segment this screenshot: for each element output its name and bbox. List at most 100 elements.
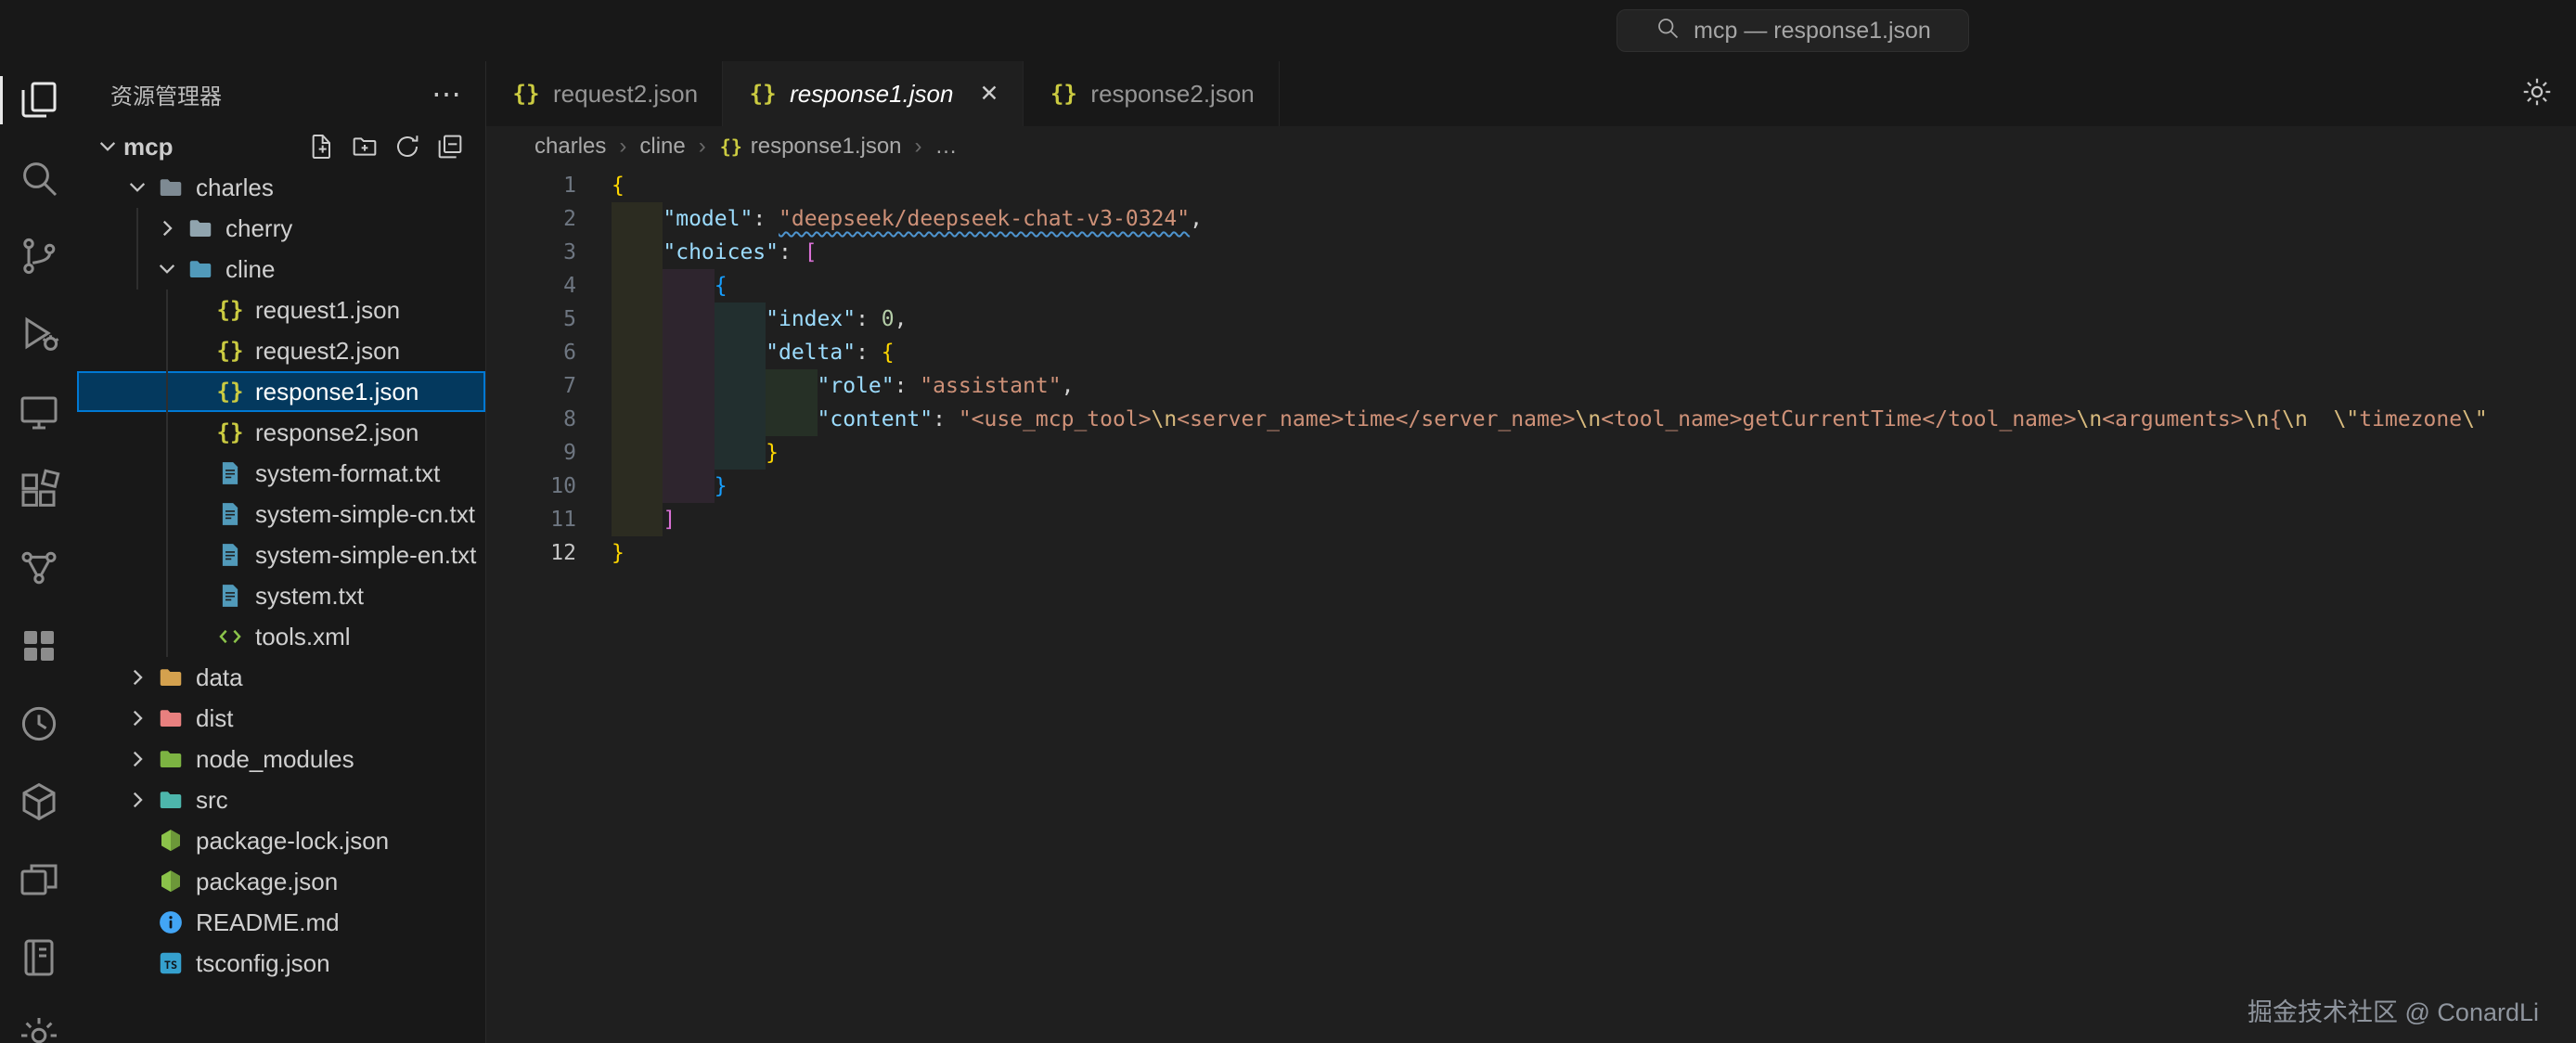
code-line-6[interactable]: 6"delta": { bbox=[486, 336, 2576, 369]
json-file-icon: {} bbox=[214, 294, 246, 326]
tree-item-mcp[interactable]: mcp bbox=[77, 126, 485, 167]
chevron-down-icon[interactable] bbox=[151, 253, 183, 285]
close-tab-icon[interactable]: ✕ bbox=[979, 80, 998, 108]
tree-item-label: README.md bbox=[196, 908, 340, 937]
breadcrumb-item-…[interactable]: … bbox=[935, 134, 958, 160]
indent-rainbow-block bbox=[715, 369, 766, 403]
folder-icon bbox=[155, 662, 187, 693]
code-line-8[interactable]: 8"content": "<use_mcp_tool>\n<server_nam… bbox=[486, 403, 2576, 436]
code-line-11[interactable]: 11] bbox=[486, 503, 2576, 536]
tree-item-response2.json[interactable]: {}response2.json bbox=[77, 412, 485, 453]
history-icon[interactable] bbox=[0, 685, 77, 763]
editor-area: {}request2.json{}response1.json✕{}respon… bbox=[486, 61, 2576, 1043]
chevron-down-icon[interactable] bbox=[92, 131, 123, 162]
tree-item-label: request1.json bbox=[255, 296, 400, 325]
code-token: , bbox=[895, 307, 908, 331]
tab-request2.json[interactable]: {}request2.json bbox=[486, 61, 723, 126]
container-icon[interactable] bbox=[0, 763, 77, 841]
code-token: } bbox=[612, 541, 625, 565]
explorer-icon[interactable] bbox=[0, 61, 77, 139]
collapse-all-icon[interactable] bbox=[435, 132, 465, 161]
chevron-down-icon[interactable] bbox=[122, 172, 153, 203]
folder-icon bbox=[185, 212, 216, 244]
editor-actions bbox=[2520, 61, 2576, 126]
tab-response2.json[interactable]: {}response2.json bbox=[1024, 61, 1279, 126]
line-number: 10 bbox=[486, 470, 576, 503]
browser-preview-icon[interactable] bbox=[0, 841, 77, 919]
code-line-4[interactable]: 4{ bbox=[486, 269, 2576, 303]
code-line-3[interactable]: 3"choices": [ bbox=[486, 236, 2576, 269]
run-and-debug-icon[interactable] bbox=[0, 295, 77, 373]
tree-item-data[interactable]: data bbox=[77, 657, 485, 698]
code-editor[interactable]: 1{2"model": "deepseek/deepseek-chat-v3-0… bbox=[486, 167, 2576, 1043]
command-center-search[interactable]: mcp — response1.json bbox=[1616, 9, 1969, 52]
node-file-icon bbox=[155, 825, 187, 856]
extension-grid-icon[interactable] bbox=[0, 607, 77, 685]
json-file-icon: {} bbox=[214, 335, 246, 367]
code-line-2[interactable]: 2"model": "deepseek/deepseek-chat-v3-032… bbox=[486, 202, 2576, 236]
line-content: "model": "deepseek/deepseek-chat-v3-0324… bbox=[612, 202, 1203, 236]
tree-item-src[interactable]: src bbox=[77, 779, 485, 820]
tree-item-dist[interactable]: dist bbox=[77, 698, 485, 739]
code-token bbox=[2308, 407, 2334, 431]
chevron-right-icon[interactable] bbox=[122, 784, 153, 816]
tree-item-charles[interactable]: charles bbox=[77, 167, 485, 208]
notebook-icon[interactable] bbox=[0, 919, 77, 997]
tree-item-request1.json[interactable]: {} request1.json bbox=[77, 290, 485, 330]
indent-rainbow-block bbox=[612, 503, 663, 536]
code-token: "index" bbox=[766, 307, 856, 331]
code-line-1[interactable]: 1{ bbox=[486, 169, 2576, 202]
code-line-12[interactable]: 12} bbox=[486, 536, 2576, 570]
tree-item-package-lock.json[interactable]: package-lock.json bbox=[77, 820, 485, 861]
code-line-5[interactable]: 5"index": 0, bbox=[486, 303, 2576, 336]
line-number: 9 bbox=[486, 436, 576, 470]
tree-item-system-simple-cn.txt[interactable]: system-simple-cn.txt bbox=[77, 494, 485, 534]
tree-item-package.json[interactable]: package.json bbox=[77, 861, 485, 902]
more-actions-icon[interactable]: ⋯ bbox=[431, 79, 461, 109]
tree-item-system-format.txt[interactable]: system-format.txt bbox=[77, 453, 485, 494]
line-number: 5 bbox=[486, 303, 576, 336]
tree-item-cline[interactable]: cline bbox=[77, 249, 485, 290]
chevron-right-icon[interactable] bbox=[151, 212, 183, 244]
extensions-icon[interactable] bbox=[0, 451, 77, 529]
twistie-spacer bbox=[181, 294, 213, 326]
title-bar: mcp — response1.json bbox=[0, 0, 2576, 61]
chevron-right-icon[interactable] bbox=[122, 662, 153, 693]
breadcrumb-label: cline bbox=[639, 134, 685, 160]
code-token: 0 bbox=[882, 307, 895, 331]
new-file-icon[interactable] bbox=[307, 132, 337, 161]
tree-item-node_modules[interactable]: node_modules bbox=[77, 739, 485, 779]
search-icon[interactable] bbox=[0, 139, 77, 217]
live-share-icon[interactable] bbox=[0, 529, 77, 607]
tree-item-tsconfig.json[interactable]: TStsconfig.json bbox=[77, 943, 485, 984]
breadcrumb-item-response1.json[interactable]: {}response1.json bbox=[719, 134, 902, 160]
tree-item-system.txt[interactable]: system.txt bbox=[77, 575, 485, 616]
code-token: : bbox=[933, 407, 959, 431]
tree-item-request2.json[interactable]: {}request2.json bbox=[77, 330, 485, 371]
tree-item-system-simple-en.txt[interactable]: system-simple-en.txt bbox=[77, 534, 485, 575]
code-line-7[interactable]: 7"role": "assistant", bbox=[486, 369, 2576, 403]
tree-item-label: tools.xml bbox=[255, 623, 351, 651]
code-line-10[interactable]: 10} bbox=[486, 470, 2576, 503]
tab-response1.json[interactable]: {}response1.json✕ bbox=[723, 61, 1024, 126]
indent-rainbow-block bbox=[612, 336, 663, 369]
new-folder-icon[interactable] bbox=[350, 132, 380, 161]
breadcrumb-item-charles[interactable]: charles bbox=[535, 134, 606, 160]
doc-file-icon bbox=[214, 539, 246, 571]
chevron-right-icon[interactable] bbox=[122, 743, 153, 775]
tree-item-cherry[interactable]: cherry bbox=[77, 208, 485, 249]
remote-explorer-icon[interactable] bbox=[0, 373, 77, 451]
source-control-icon[interactable] bbox=[0, 217, 77, 295]
chevron-right-icon[interactable] bbox=[122, 702, 153, 734]
code-line-9[interactable]: 9} bbox=[486, 436, 2576, 470]
breadcrumb-item-cline[interactable]: cline bbox=[639, 134, 685, 160]
line-content: ] bbox=[612, 503, 676, 536]
tree-item-README.md[interactable]: README.md bbox=[77, 902, 485, 943]
refresh-icon[interactable] bbox=[393, 132, 422, 161]
code-token: <arguments> bbox=[2102, 407, 2243, 431]
settings-gear-icon[interactable] bbox=[2520, 75, 2554, 113]
twistie-spacer bbox=[181, 335, 213, 367]
settings-gear-icon[interactable] bbox=[0, 997, 77, 1043]
tree-item-response1.json[interactable]: {}response1.json bbox=[77, 371, 485, 412]
tree-item-tools.xml[interactable]: tools.xml bbox=[77, 616, 485, 657]
